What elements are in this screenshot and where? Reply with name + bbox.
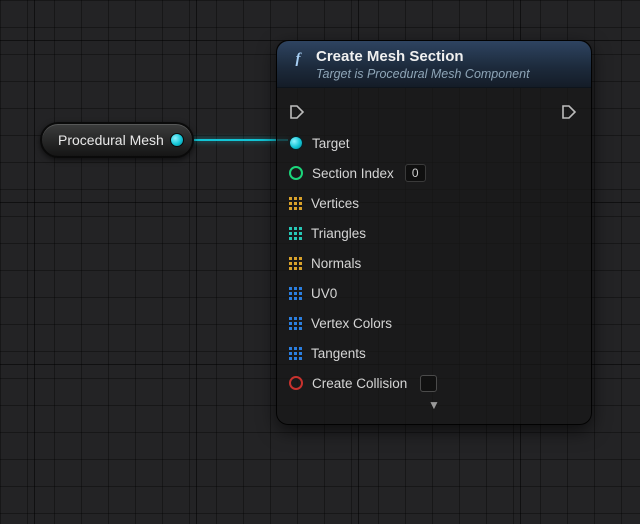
- pin-label-vertices: Vertices: [311, 196, 359, 211]
- pin-section-index[interactable]: [289, 166, 303, 180]
- pin-create-collision[interactable]: [289, 376, 303, 390]
- pin-uv0[interactable]: [289, 287, 302, 300]
- pin-normals[interactable]: [289, 257, 302, 270]
- function-icon: f: [289, 50, 307, 68]
- exec-in-pin[interactable]: [289, 104, 305, 120]
- pin-vertex-colors[interactable]: [289, 317, 302, 330]
- node-body: Target Section Index 0 Vertices Triangle…: [277, 88, 591, 424]
- pin-target[interactable]: [289, 136, 303, 150]
- pin-tangents[interactable]: [289, 347, 302, 360]
- pin-label-tangents: Tangents: [311, 346, 366, 361]
- pin-label-vertex-colors: Vertex Colors: [311, 316, 392, 331]
- pin-label-uv0: UV0: [311, 286, 337, 301]
- create-collision-checkbox[interactable]: [420, 375, 437, 392]
- node-create-mesh-section[interactable]: f Create Mesh Section Target is Procedur…: [276, 40, 592, 425]
- section-index-input[interactable]: 0: [405, 164, 426, 182]
- node-header[interactable]: f Create Mesh Section Target is Procedur…: [277, 41, 591, 88]
- pin-label-triangles: Triangles: [311, 226, 366, 241]
- pin-label-normals: Normals: [311, 256, 361, 271]
- node-procedural-mesh[interactable]: Procedural Mesh: [40, 122, 194, 158]
- pin-label-create-collision: Create Collision: [312, 376, 407, 391]
- wire-proceduralmesh-to-target: [188, 139, 288, 141]
- node-label: Procedural Mesh: [58, 132, 164, 148]
- output-pin-object[interactable]: [170, 133, 184, 147]
- pin-label-target: Target: [312, 136, 350, 151]
- pin-triangles[interactable]: [289, 227, 302, 240]
- node-title: Create Mesh Section: [316, 48, 530, 66]
- expand-node-button[interactable]: ▼: [289, 398, 579, 418]
- pin-label-section-index: Section Index: [312, 166, 394, 181]
- pin-vertices[interactable]: [289, 197, 302, 210]
- node-subtitle: Target is Procedural Mesh Component: [316, 67, 530, 81]
- exec-out-pin[interactable]: [561, 104, 577, 120]
